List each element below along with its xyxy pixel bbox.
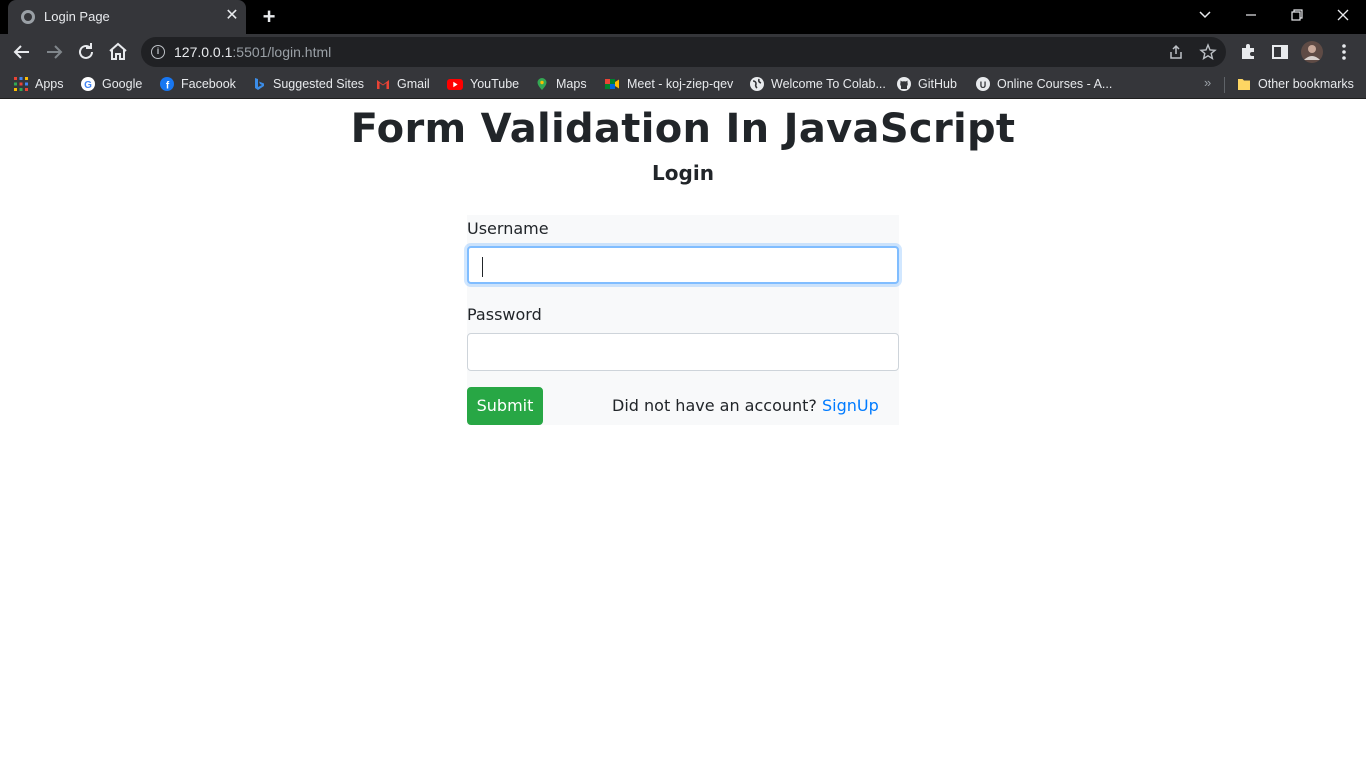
bookmark-label: Suggested Sites: [273, 77, 365, 91]
browser-toolbar: i 127.0.0.1:5501/login.html: [0, 34, 1366, 69]
gmail-icon: [376, 77, 390, 91]
svg-text:G: G: [84, 80, 92, 91]
username-label: Username: [467, 219, 549, 238]
bookmark-label: Facebook: [181, 77, 236, 91]
bookmark-google[interactable]: G Google: [81, 76, 142, 92]
signup-prompt-text: Did not have an account?: [612, 396, 817, 415]
username-input[interactable]: [467, 246, 899, 284]
bookmark-label: Apps: [35, 77, 64, 91]
globe-icon: [21, 10, 35, 24]
forward-arrow-icon[interactable]: [42, 40, 66, 64]
meet-icon: [604, 77, 620, 91]
password-input[interactable]: [467, 333, 899, 371]
tab-login-page[interactable]: Login Page ✕: [8, 0, 246, 34]
back-arrow-icon[interactable]: [10, 40, 34, 64]
bookmarks-bar: Apps G Google f Facebook Suggested Sites…: [0, 69, 1366, 99]
bookmark-label: Other bookmarks: [1258, 77, 1354, 91]
minimize-button[interactable]: [1228, 0, 1274, 30]
bookmark-apps[interactable]: Apps: [14, 76, 64, 92]
bookmark-label: Gmail: [397, 77, 430, 91]
site-info-icon[interactable]: i: [151, 45, 165, 59]
globe-icon: [750, 77, 764, 91]
bookmark-meet[interactable]: Meet - koj-ziep-qev: [604, 76, 733, 92]
bookmarks-divider: [1224, 77, 1225, 93]
profile-avatar[interactable]: [1300, 40, 1324, 64]
reload-icon[interactable]: [74, 40, 98, 64]
new-tab-button[interactable]: +: [258, 6, 280, 28]
youtube-icon: [447, 77, 463, 91]
home-icon[interactable]: [106, 40, 130, 64]
bookmark-star-icon[interactable]: [1199, 43, 1217, 61]
bookmark-online-courses[interactable]: U Online Courses - A...: [976, 76, 1112, 92]
text-caret: [482, 257, 483, 277]
bookmark-gmail[interactable]: Gmail: [376, 76, 430, 92]
bookmark-maps[interactable]: Maps: [535, 76, 587, 92]
bookmark-label: Welcome To Colab...: [771, 77, 886, 91]
menu-kebab-icon[interactable]: [1332, 40, 1356, 64]
bookmark-label: Maps: [556, 77, 587, 91]
bing-icon: [252, 77, 266, 91]
extensions-puzzle-icon[interactable]: [1236, 40, 1260, 64]
page-viewport: Form Validation In JavaScript Login User…: [0, 103, 1366, 768]
github-icon: [897, 77, 911, 91]
side-panel-icon[interactable]: [1268, 40, 1292, 64]
bookmarks-overflow-chevron-icon[interactable]: »: [1204, 75, 1211, 90]
share-icon[interactable]: [1167, 43, 1185, 61]
restore-button[interactable]: [1274, 0, 1320, 30]
signup-link[interactable]: SignUp: [822, 396, 879, 415]
facebook-icon: f: [160, 77, 174, 92]
bookmark-colab[interactable]: Welcome To Colab...: [750, 76, 886, 92]
bookmark-other-bookmarks[interactable]: Other bookmarks: [1237, 76, 1354, 92]
submit-button[interactable]: Submit: [467, 387, 543, 425]
apps-grid-icon: [14, 77, 28, 91]
login-heading: Login: [652, 161, 714, 185]
svg-text:U: U: [980, 80, 987, 90]
google-icon: G: [81, 77, 95, 91]
password-label: Password: [467, 305, 542, 324]
courses-icon: U: [976, 77, 990, 91]
bookmark-youtube[interactable]: YouTube: [447, 76, 519, 92]
bookmark-label: YouTube: [470, 77, 520, 91]
page-title: Form Validation In JavaScript: [350, 106, 1016, 152]
url-text: 127.0.0.1:5501/login.html: [174, 44, 332, 60]
bookmark-label: Online Courses - A...: [997, 77, 1113, 91]
bookmark-suggested-sites[interactable]: Suggested Sites: [252, 76, 364, 92]
address-bar[interactable]: i 127.0.0.1:5501/login.html: [141, 37, 1226, 67]
bookmark-label: Meet - koj-ziep-qev: [627, 77, 734, 91]
signup-prompt-line: Did not have an account? SignUp: [612, 396, 879, 415]
close-tab-icon[interactable]: ✕: [224, 8, 240, 24]
bookmark-facebook[interactable]: f Facebook: [160, 76, 236, 92]
tab-strip: Login Page ✕ +: [0, 0, 1366, 34]
bookmark-github[interactable]: GitHub: [897, 76, 957, 92]
tab-search-icon[interactable]: [1182, 0, 1228, 30]
close-window-button[interactable]: [1320, 0, 1366, 30]
login-form: Username Password Submit Did not have an…: [467, 215, 899, 425]
tab-title: Login Page: [44, 9, 110, 24]
maps-icon: [535, 77, 549, 91]
bookmark-label: GitHub: [918, 77, 957, 91]
folder-icon: [1237, 77, 1251, 91]
bookmark-label: Google: [102, 77, 143, 91]
